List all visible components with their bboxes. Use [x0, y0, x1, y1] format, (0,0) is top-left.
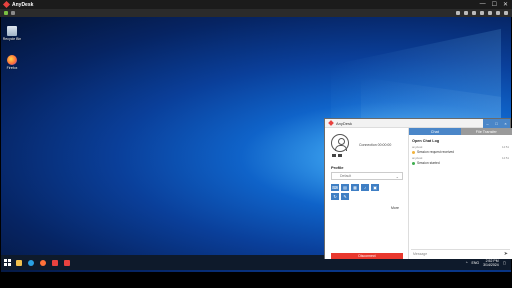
- chat-tabs: Chat File Transfer: [409, 128, 512, 135]
- chat-message: anydesk 14:51 Session started: [409, 154, 512, 165]
- anydesk-maximize-button[interactable]: □: [492, 118, 501, 128]
- tab-file-transfer[interactable]: File Transfer: [460, 128, 512, 135]
- message-placeholder: Message: [413, 251, 428, 256]
- message-sender: anydesk: [412, 145, 423, 149]
- anydesk-icon: [52, 259, 58, 266]
- message-time: 14:51: [502, 156, 509, 160]
- connection-icons: [332, 154, 342, 157]
- fullscreen-icon[interactable]: [496, 11, 500, 15]
- session-panel: Connection 00:00:00 Profile Default ⌄ ⌨ …: [325, 128, 409, 259]
- firefox-icon: [7, 55, 17, 65]
- lock-icon: [338, 154, 342, 157]
- start-button[interactable]: [1, 255, 13, 270]
- menu-icon[interactable]: [504, 11, 508, 15]
- close-button[interactable]: ✕: [503, 1, 508, 8]
- desktop-icon-firefox[interactable]: Firefox: [5, 55, 19, 70]
- windows-logo-icon: [3, 259, 11, 266]
- clock[interactable]: 2:52 PM 3/14/2024: [483, 259, 499, 267]
- desktop-icon-label: Recycle Bin: [2, 37, 22, 41]
- maximize-button[interactable]: ☐: [492, 1, 497, 8]
- permission-buttons: ⌨ ▤ ▦ ♪ ▣ ↻ ✎: [331, 184, 379, 200]
- anydesk-title: AnyDesk: [336, 120, 353, 126]
- anydesk-session-window: AnyDesk – □ × Connection 00:00:00 Profil…: [324, 118, 512, 259]
- desktop-icon-recycle-bin[interactable]: Recycle Bin: [2, 26, 22, 41]
- outer-title-bar: AnyDesk — ☐ ✕: [0, 0, 512, 9]
- chat-message: anydesk 14:51 Session request received: [409, 143, 512, 154]
- taskbar-anydesk-2[interactable]: [61, 255, 73, 270]
- tray-lang[interactable]: ENG: [472, 261, 480, 265]
- connection-time: Connection 00:00:00: [359, 143, 392, 147]
- taskbar-anydesk[interactable]: [49, 255, 61, 270]
- check-icon: [412, 161, 415, 165]
- firefox-icon: [40, 259, 46, 266]
- profile-select[interactable]: Default ⌄: [331, 172, 403, 180]
- anydesk-title-bar: AnyDesk – □ ×: [325, 118, 510, 128]
- clipboard-permission-icon[interactable]: ▤: [341, 184, 349, 191]
- recycle-bin-icon: [7, 26, 17, 36]
- sound-permission-icon[interactable]: ♪: [361, 184, 369, 191]
- profile-value: Default: [340, 174, 352, 178]
- anydesk-logo-icon: [328, 120, 334, 126]
- folder-icon: [16, 259, 22, 266]
- message-time: 14:51: [502, 145, 509, 149]
- session-toolbar: [0, 9, 512, 17]
- message-text: Session request received: [417, 150, 455, 154]
- taskbar-firefox[interactable]: [37, 255, 49, 270]
- disconnect-button[interactable]: Disconnect: [331, 253, 403, 259]
- file-permission-icon[interactable]: ▦: [351, 184, 359, 191]
- chevron-down-icon: ⌄: [395, 173, 399, 179]
- restart-permission-icon[interactable]: ↻: [331, 193, 339, 200]
- monitor-icon: [332, 154, 336, 157]
- clock-time: 2:52 PM: [485, 258, 499, 263]
- open-chat-log-link[interactable]: Open Chat Log: [409, 135, 512, 143]
- session-status-icon[interactable]: [4, 11, 8, 15]
- chevron-up-icon[interactable]: ^: [466, 261, 468, 265]
- user-avatar-icon: [331, 134, 349, 152]
- more-button[interactable]: More: [391, 206, 399, 210]
- display-icon[interactable]: [456, 11, 460, 15]
- draw-permission-icon[interactable]: ✎: [341, 193, 349, 200]
- anydesk-icon: [64, 259, 70, 266]
- outer-window-title: AnyDesk: [12, 1, 34, 8]
- message-text: Session started: [417, 161, 440, 165]
- tab-chat[interactable]: Chat: [409, 128, 461, 135]
- anydesk-logo-icon: [2, 0, 11, 9]
- taskbar-edge[interactable]: [25, 255, 37, 270]
- clock-date: 3/14/2024: [483, 262, 499, 267]
- minimize-button[interactable]: —: [480, 1, 486, 8]
- system-tray: ^ ENG 2:52 PM 3/14/2024 ▢: [466, 259, 511, 267]
- taskbar-explorer[interactable]: [13, 255, 25, 270]
- keyboard-icon[interactable]: [480, 11, 484, 15]
- anydesk-close-button[interactable]: ×: [501, 118, 510, 128]
- transfer-icon[interactable]: [472, 11, 476, 15]
- back-icon[interactable]: [11, 11, 15, 15]
- send-icon[interactable]: ➤: [504, 251, 508, 257]
- actions-icon[interactable]: [488, 11, 492, 15]
- desktop-icon-label: Firefox: [6, 66, 18, 70]
- profile-label: Profile: [331, 165, 344, 170]
- anydesk-minimize-button[interactable]: –: [483, 118, 492, 128]
- keyboard-permission-icon[interactable]: ⌨: [331, 184, 339, 191]
- warning-icon: [412, 150, 415, 154]
- lock-permission-icon[interactable]: ▣: [371, 184, 379, 191]
- message-input[interactable]: Message ➤: [411, 249, 510, 257]
- message-sender: anydesk: [412, 156, 423, 160]
- chat-icon[interactable]: [464, 11, 468, 15]
- chat-panel: Chat File Transfer Open Chat Log anydesk…: [409, 128, 512, 259]
- notification-icon[interactable]: ▢: [503, 261, 506, 265]
- screen: AnyDesk — ☐ ✕ Recycle Bin Firefox ^ ENG …: [0, 0, 512, 288]
- edge-icon: [28, 259, 34, 266]
